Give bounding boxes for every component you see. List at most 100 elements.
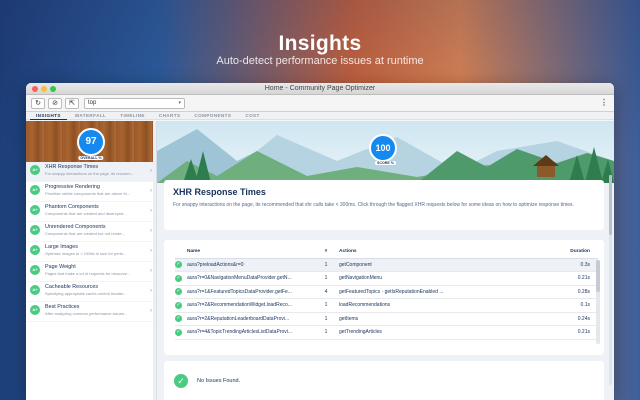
grade-badge-icon: A+ [30, 265, 40, 275]
sidebar-item-text: Phantom Components Components that are cr… [45, 204, 150, 216]
issues-status-card: ✓ No Issues Found. [164, 361, 604, 400]
chevron-right-icon: › [150, 228, 152, 234]
status-column-header [175, 245, 187, 259]
row-duration-cell: 0.1s [471, 298, 598, 313]
maximize-window-button[interactable] [50, 86, 56, 92]
row-count-cell: 1 [313, 298, 339, 313]
sidebar-item-unrendered-components[interactable]: A+ Unrendered Components Components that a… [26, 222, 156, 242]
chevron-down-icon: ▾ [178, 99, 181, 106]
name-column-header[interactable]: Name [187, 245, 313, 259]
actions-column-header[interactable]: Actions [339, 245, 471, 259]
sidebar-item-description: Prioritize visible components that are a… [45, 191, 131, 196]
sidebar-item-xhr-response-times[interactable]: A+ XHR Response Times For snappy interacti… [26, 162, 156, 182]
grade-badge-icon: A+ [30, 305, 40, 315]
window-titlebar: Home - Community Page Optimizer [26, 83, 614, 95]
sidebar-item-description: Pages that make a lot of requests for re… [45, 271, 131, 276]
insight-title: XHR Response Times [173, 187, 266, 197]
grade-badge-icon: A+ [30, 285, 40, 295]
tab-components[interactable]: COMPONENTS [188, 112, 237, 120]
sidebar-item-title: Large Images [45, 244, 78, 250]
chevron-right-icon: › [150, 188, 152, 194]
table-scrollbar-thumb[interactable] [596, 260, 600, 292]
row-name-cell: aura?r=1&FeaturedTopicsDataProvider.getF… [187, 285, 313, 299]
check-icon: ✓ [175, 261, 182, 269]
sidebar-scrollbar[interactable] [153, 121, 156, 400]
tab-insights[interactable]: INSIGHTS [30, 112, 67, 120]
sidebar-item-text: Progressive Rendering Prioritize visible … [45, 184, 150, 196]
open-external-button[interactable]: ⇱ [65, 97, 79, 109]
chevron-right-icon: › [150, 248, 152, 254]
row-status-cell: ✓ [175, 312, 187, 326]
frame-select[interactable]: top ▾ [84, 97, 185, 109]
content-area: 97 OVERALL % A+ XHR Response Times For sna… [26, 121, 614, 400]
tab-cost[interactable]: COST [239, 112, 265, 120]
row-status-cell: ✓ [175, 285, 187, 299]
tab-waterfall[interactable]: WATERFALL [69, 112, 112, 120]
row-count-cell: 1 [313, 312, 339, 326]
row-duration-cell: 0.21s [471, 325, 598, 340]
sidebar-item-text: XHR Response Times For snappy interaction… [45, 164, 150, 176]
refresh-button[interactable]: ↻ [31, 97, 45, 109]
tab-bar: INSIGHTS WATERFALL TIMELINE CHARTS COMPO… [26, 112, 614, 120]
row-duration-cell: 0.21s [471, 271, 598, 286]
grade-badge-icon: A+ [30, 185, 40, 195]
insight-score-label: SCORE % [375, 161, 396, 165]
row-status-cell: ✓ [175, 298, 187, 313]
minimize-window-button[interactable] [41, 86, 47, 92]
grade-badge-icon: A+ [30, 245, 40, 255]
sidebar-item-title: Phantom Components [45, 204, 99, 210]
tab-charts[interactable]: CHARTS [153, 112, 187, 120]
row-duration-cell: 0.28s [471, 285, 598, 299]
table-row[interactable]: ✓ aura?preloadActions&r=0 1 getComponent 0.3… [175, 258, 598, 272]
block-button[interactable]: ⊘ [48, 97, 62, 109]
row-name-cell: aura?r=2&RecommendationWidget.loadReco..… [187, 298, 313, 313]
detail-scrollbar[interactable] [609, 175, 612, 385]
row-name-cell: aura?preloadActions&r=0 [187, 258, 313, 272]
sidebar-item-large-images[interactable]: A+ Large Images Optimize images to < 100kb… [26, 242, 156, 262]
row-name-cell: aura?r=2&ReputationLeaderboardDataProvi.… [187, 312, 313, 326]
tab-timeline[interactable]: TIMELINE [114, 112, 151, 120]
row-actions-cell: getTrendingArticles [339, 325, 471, 340]
row-name-cell: aura?r=4&TopicTrendingArticlesListDataPr… [187, 325, 313, 340]
check-circle-icon: ✓ [174, 374, 188, 388]
check-icon: ✓ [175, 328, 182, 336]
sidebar-item-progressive-rendering[interactable]: A+ Progressive Rendering Prioritize visibl… [26, 182, 156, 202]
sidebar-item-description: Components that are created but not rend… [45, 231, 125, 236]
sidebar-item-page-weight[interactable]: A+ Page Weight Pages that make a lot of re… [26, 262, 156, 282]
grade-badge-icon: A+ [30, 205, 40, 215]
row-actions-cell: getItems [339, 312, 471, 326]
table-row[interactable]: ✓ aura?r=2&ReputationLeaderboardDataProvi… [175, 312, 598, 326]
sidebar-item-title: Unrendered Components [45, 224, 106, 230]
sidebar-item-phantom-components[interactable]: A+ Phantom Components Components that are … [26, 202, 156, 222]
insight-score-badge: 100 [369, 134, 397, 162]
table-row[interactable]: ✓ aura?r=0&NavigationMenuDataProvider.get… [175, 271, 598, 286]
check-icon: ✓ [175, 288, 182, 296]
table-row[interactable]: ✓ aura?r=2&RecommendationWidget.loadReco.… [175, 298, 598, 313]
close-window-button[interactable] [32, 86, 38, 92]
row-actions-cell: getComponent [339, 258, 471, 272]
detail-scrollbar-thumb[interactable] [609, 175, 612, 235]
toolbar: ↻ ⊘ ⇱ top ▾ ⋮ [26, 95, 614, 112]
more-menu-icon[interactable]: ⋮ [600, 98, 608, 107]
sidebar-item-best-practices[interactable]: A+ Best Practices After analyzing common p… [26, 302, 156, 322]
chevron-right-icon: › [150, 268, 152, 274]
insight-summary-card: XHR Response Times For snappy interactio… [164, 180, 604, 230]
duration-column-header[interactable]: Duration [471, 245, 598, 259]
row-count-cell: 4 [313, 285, 339, 299]
row-actions-cell: getNavigationMenu [339, 271, 471, 286]
row-actions-cell: loadRecommendations [339, 298, 471, 313]
table-row[interactable]: ✓ aura?r=4&TopicTrendingArticlesListDataP… [175, 325, 598, 340]
row-status-cell: ✓ [175, 325, 187, 340]
check-icon: ✓ [175, 315, 182, 323]
count-column-header[interactable]: # [313, 245, 339, 259]
row-name-cell: aura?r=0&NavigationMenuDataProvider.getN… [187, 271, 313, 286]
sidebar-item-description: Optimize images to < 100kb in size for p… [45, 251, 127, 256]
table-row[interactable]: ✓ aura?r=1&FeaturedTopicsDataProvider.get… [175, 285, 598, 299]
row-count-cell: 1 [313, 271, 339, 286]
sidebar-item-cacheable-resources[interactable]: A+ Cacheable Resources Specifying appropri… [26, 282, 156, 302]
row-count-cell: 1 [313, 325, 339, 340]
table-scrollbar[interactable] [596, 260, 600, 344]
xhr-requests-table: Name # Actions Duration ✓ aura?preloadAct… [175, 245, 598, 340]
sidebar-item-title: Best Practices [45, 304, 80, 310]
check-icon: ✓ [175, 301, 182, 309]
